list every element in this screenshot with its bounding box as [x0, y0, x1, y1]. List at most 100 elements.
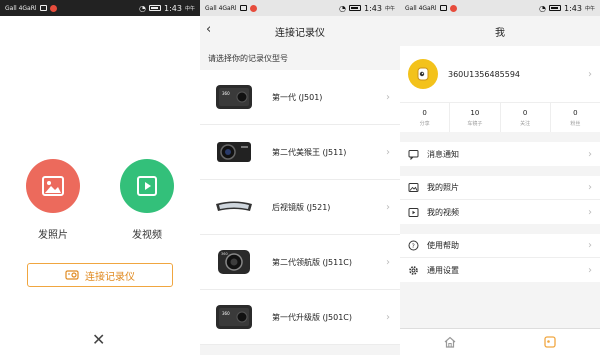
wifi-icon: ◔	[139, 3, 147, 13]
svg-text:360: 360	[222, 91, 230, 96]
status-bar: Gall 4GaRl ◔ 1:43 中午	[200, 0, 400, 16]
model-name: 第一代 (J501)	[272, 92, 323, 102]
dashcam-j501c-icon: 360	[214, 299, 254, 335]
me-screen: Gall 4GaRl ◔ 1:43 中午 我 360U1356485594 › …	[400, 0, 600, 355]
chevron-right-icon: ›	[386, 146, 390, 158]
close-icon[interactable]: ✕	[92, 332, 105, 348]
menu-item-photos[interactable]: 我的照片 ›	[400, 176, 600, 200]
notification-icon	[39, 5, 47, 11]
me-icon	[544, 336, 556, 348]
svg-text:?: ?	[412, 243, 415, 250]
nav-bar: 我	[400, 16, 600, 46]
connect-recorder-label: 连接记录仪	[85, 271, 135, 283]
signal-indicator: Gall 4GaRl	[405, 4, 437, 12]
connect-recorder-screen: Gall 4GaRl ◔ 1:43 中午 ‹ 连接记录仪 请选择你的记录仪型号 …	[200, 0, 400, 355]
stat-count: 0	[573, 108, 578, 117]
stat-count: 0	[522, 108, 528, 117]
menu-item-settings[interactable]: 通用设置 ›	[400, 258, 600, 282]
back-icon[interactable]: ‹	[206, 23, 211, 37]
menu-label: 消息通知	[427, 149, 459, 159]
nav-bar: ‹ 连接记录仪	[200, 16, 400, 46]
battery-icon	[349, 5, 362, 11]
battery-icon	[549, 5, 562, 11]
signal-indicator: Gall 4GaRl	[5, 4, 37, 12]
menu-label: 我的照片	[427, 183, 459, 192]
dashcam-j511c-icon: 360	[214, 244, 254, 280]
post-photo-button[interactable]	[26, 159, 80, 213]
model-name: 第二代领航版 (J511C)	[272, 257, 352, 267]
stat-count: 0	[422, 108, 427, 117]
chevron-right-icon: ›	[588, 68, 592, 80]
stat-fans[interactable]: 0 粉丝	[551, 103, 600, 132]
wifi-icon: ◔	[539, 3, 547, 13]
play-icon	[137, 176, 157, 196]
home-icon	[444, 336, 456, 348]
battery-icon	[149, 5, 162, 11]
menu-item-help[interactable]: ? 使用帮助 ›	[400, 234, 600, 258]
menu-label: 使用帮助	[427, 241, 459, 250]
model-name: 后视镜版 (J521)	[272, 202, 331, 212]
stat-label: 分享	[419, 120, 430, 127]
clock-period: 中午	[584, 5, 595, 12]
settings-icon	[408, 265, 419, 276]
clock: 1:43	[364, 3, 382, 13]
image-icon	[42, 176, 64, 196]
menu-label: 通用设置	[427, 265, 459, 275]
menu-group-support: ? 使用帮助 › 通用设置 ›	[400, 234, 600, 282]
stat-label: 关注	[520, 120, 531, 127]
model-item-j511[interactable]: 第二代美猴王 (J511) ›	[200, 125, 400, 180]
tab-home[interactable]	[400, 329, 500, 355]
app-notification-icon	[49, 4, 57, 12]
menu-item-notifications[interactable]: 消息通知 ›	[400, 142, 600, 166]
page-title: 我	[495, 27, 505, 39]
chevron-right-icon: ›	[588, 206, 592, 218]
model-item-j511c[interactable]: 360 第二代领航版 (J511C) ›	[200, 235, 400, 290]
notification-icon	[239, 5, 247, 11]
menu-group-notifications: 消息通知 ›	[400, 142, 600, 166]
model-name: 第一代升级版 (J501C)	[272, 312, 352, 322]
status-bar: Gall 4GaRl ◔ 1:43 中午	[0, 0, 200, 16]
stat-shares[interactable]: 0 分享	[400, 103, 451, 132]
tab-bar	[400, 328, 600, 355]
clock: 1:43	[164, 3, 182, 13]
stat-following[interactable]: 0 关注	[501, 103, 551, 132]
stat-label: 粉丝	[570, 120, 581, 127]
video-icon	[408, 207, 419, 218]
model-item-j501c[interactable]: 360 第一代升级版 (J501C) ›	[200, 290, 400, 345]
wifi-icon: ◔	[339, 3, 347, 13]
avatar[interactable]	[408, 59, 438, 89]
model-name: 第二代美猴王 (J511)	[272, 147, 347, 157]
model-item-j501[interactable]: 360 第一代 (J501) ›	[200, 70, 400, 125]
post-video-button[interactable]	[120, 159, 174, 213]
help-icon: ?	[408, 240, 419, 251]
section-header: 请选择你的记录仪型号	[208, 54, 288, 63]
chevron-right-icon: ›	[386, 201, 390, 213]
post-photo-label: 发照片	[38, 230, 68, 241]
clock-period: 中午	[384, 5, 395, 12]
stat-label: 车镜子	[467, 120, 483, 127]
clock: 1:43	[564, 3, 582, 13]
chevron-right-icon: ›	[588, 182, 592, 193]
menu-item-videos[interactable]: 我的视频 ›	[400, 200, 600, 224]
menu-label: 我的视频	[427, 207, 459, 217]
dashcam-j501-icon: 360	[214, 79, 254, 115]
app-notification-icon	[249, 4, 257, 12]
page-title: 连接记录仪	[275, 27, 325, 39]
clock-period: 中午	[184, 5, 195, 12]
app-notification-icon	[449, 4, 457, 12]
tab-me[interactable]	[500, 329, 600, 355]
connect-recorder-button[interactable]: 连接记录仪	[27, 263, 173, 287]
model-item-j521[interactable]: 后视镜版 (J521) ›	[200, 180, 400, 235]
notification-icon	[439, 5, 447, 11]
mirror-dashcam-icon	[214, 189, 254, 225]
mascot-icon	[417, 67, 429, 81]
dashcam-icon	[65, 270, 79, 280]
profile-row[interactable]: 360U1356485594 ›	[400, 46, 600, 102]
svg-text:360: 360	[221, 252, 228, 256]
status-bar: Gall 4GaRl ◔ 1:43 中午	[400, 0, 600, 16]
chevron-right-icon: ›	[588, 264, 592, 276]
chevron-right-icon: ›	[386, 256, 390, 268]
stat-mirrors[interactable]: 10 车镜子	[450, 103, 501, 132]
photo-icon	[408, 182, 419, 193]
stats-bar: 0 分享 10 车镜子 0 关注 0 粉丝	[400, 102, 600, 132]
